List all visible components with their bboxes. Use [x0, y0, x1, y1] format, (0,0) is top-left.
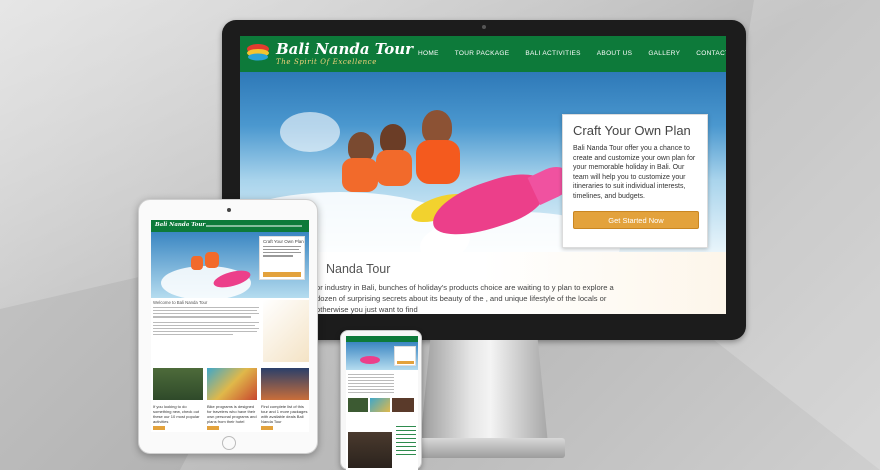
tablet-home-button[interactable] — [222, 436, 236, 450]
tablet-device: Bali Nanda Tour Craft Your Own Plan Welc… — [138, 199, 318, 454]
tablet-plan-panel: Craft Your Own Plan — [259, 236, 305, 280]
welcome-title: Nanda Tour — [326, 262, 391, 276]
tablet-header: Bali Nanda Tour — [151, 220, 309, 232]
nav-about-us[interactable]: ABOUT US — [589, 36, 641, 72]
read-more-button[interactable] — [261, 426, 273, 430]
tablet-get-started-button[interactable] — [263, 272, 301, 277]
phone-sidebar — [396, 426, 416, 456]
logo-icon — [247, 44, 269, 61]
life-vest — [376, 150, 412, 186]
nav-contact[interactable]: CONTACT — [688, 36, 726, 72]
banana-boat — [360, 356, 380, 364]
tablet-plan-text — [263, 246, 301, 257]
read-more-button[interactable] — [153, 426, 165, 430]
plan-panel: Craft Your Own Plan Bali Nanda Tour offe… — [562, 114, 708, 248]
tablet-brand[interactable]: Bali Nanda Tour — [155, 222, 205, 228]
nav-gallery[interactable]: GALLERY — [640, 36, 688, 72]
brand-tagline: The Spirit Of Excellence — [276, 58, 377, 66]
phone-photo[interactable] — [348, 432, 392, 468]
brand-title[interactable]: Bali Nanda Tour — [276, 40, 413, 58]
get-started-button[interactable]: Get Started Now — [573, 211, 699, 229]
thumbnail-map[interactable] — [207, 368, 257, 400]
tablet-caption: Find complete list of this tour and 1 mo… — [261, 404, 309, 430]
main-nav: HOME TOUR PACKAGE BALI ACTIVITIES ABOUT … — [410, 36, 726, 72]
tablet-screen: Bali Nanda Tour Craft Your Own Plan Welc… — [151, 220, 309, 432]
tablet-paper-decoration — [263, 300, 309, 362]
spray — [280, 112, 340, 152]
phone-thumbnail[interactable] — [348, 398, 368, 412]
plan-description: Bali Nanda Tour offer you a chance to cr… — [573, 145, 696, 200]
tablet-nav[interactable] — [206, 225, 302, 227]
monitor-base — [405, 438, 565, 458]
monitor-stand — [420, 340, 548, 444]
tablet-caption: Bike programs is designed for travelers … — [207, 404, 257, 430]
phone-plan-panel — [394, 346, 416, 366]
site-header: Bali Nanda Tour The Spirit Of Excellence… — [240, 36, 726, 72]
nav-tour-package[interactable]: TOUR PACKAGE — [447, 36, 518, 72]
life-vest — [191, 256, 203, 270]
phone-text-block — [348, 374, 394, 394]
thumbnail-temple[interactable] — [261, 368, 309, 400]
plan-title: Craft Your Own Plan — [573, 123, 691, 138]
tablet-welcome: Welcome to Bali Nanda Tour — [153, 300, 263, 337]
thumbnail-activities[interactable] — [153, 368, 203, 400]
tablet-thumbnails — [153, 368, 309, 400]
rider — [422, 110, 452, 144]
read-more-button[interactable] — [207, 426, 219, 430]
life-vest — [205, 252, 219, 268]
phone-device — [340, 330, 422, 470]
nav-bali-activities[interactable]: BALI ACTIVITIES — [517, 36, 588, 72]
monitor-camera — [482, 25, 486, 29]
phone-thumbnail[interactable] — [370, 398, 390, 412]
life-vest — [342, 158, 378, 192]
nav-home[interactable]: HOME — [410, 36, 447, 72]
tablet-camera — [227, 208, 231, 212]
tablet-welcome-title: Welcome to Bali Nanda Tour — [153, 300, 208, 305]
life-vest — [416, 140, 460, 184]
phone-thumbnail[interactable] — [392, 398, 414, 412]
welcome-text: or industry in Bali, bunches of holiday'… — [316, 283, 614, 314]
tablet-caption: If you looking to do something new, chec… — [153, 404, 203, 430]
tablet-plan-title: Craft Your Own Plan — [263, 239, 304, 244]
phone-get-started-button[interactable] — [397, 361, 414, 364]
phone-screen — [346, 336, 418, 470]
